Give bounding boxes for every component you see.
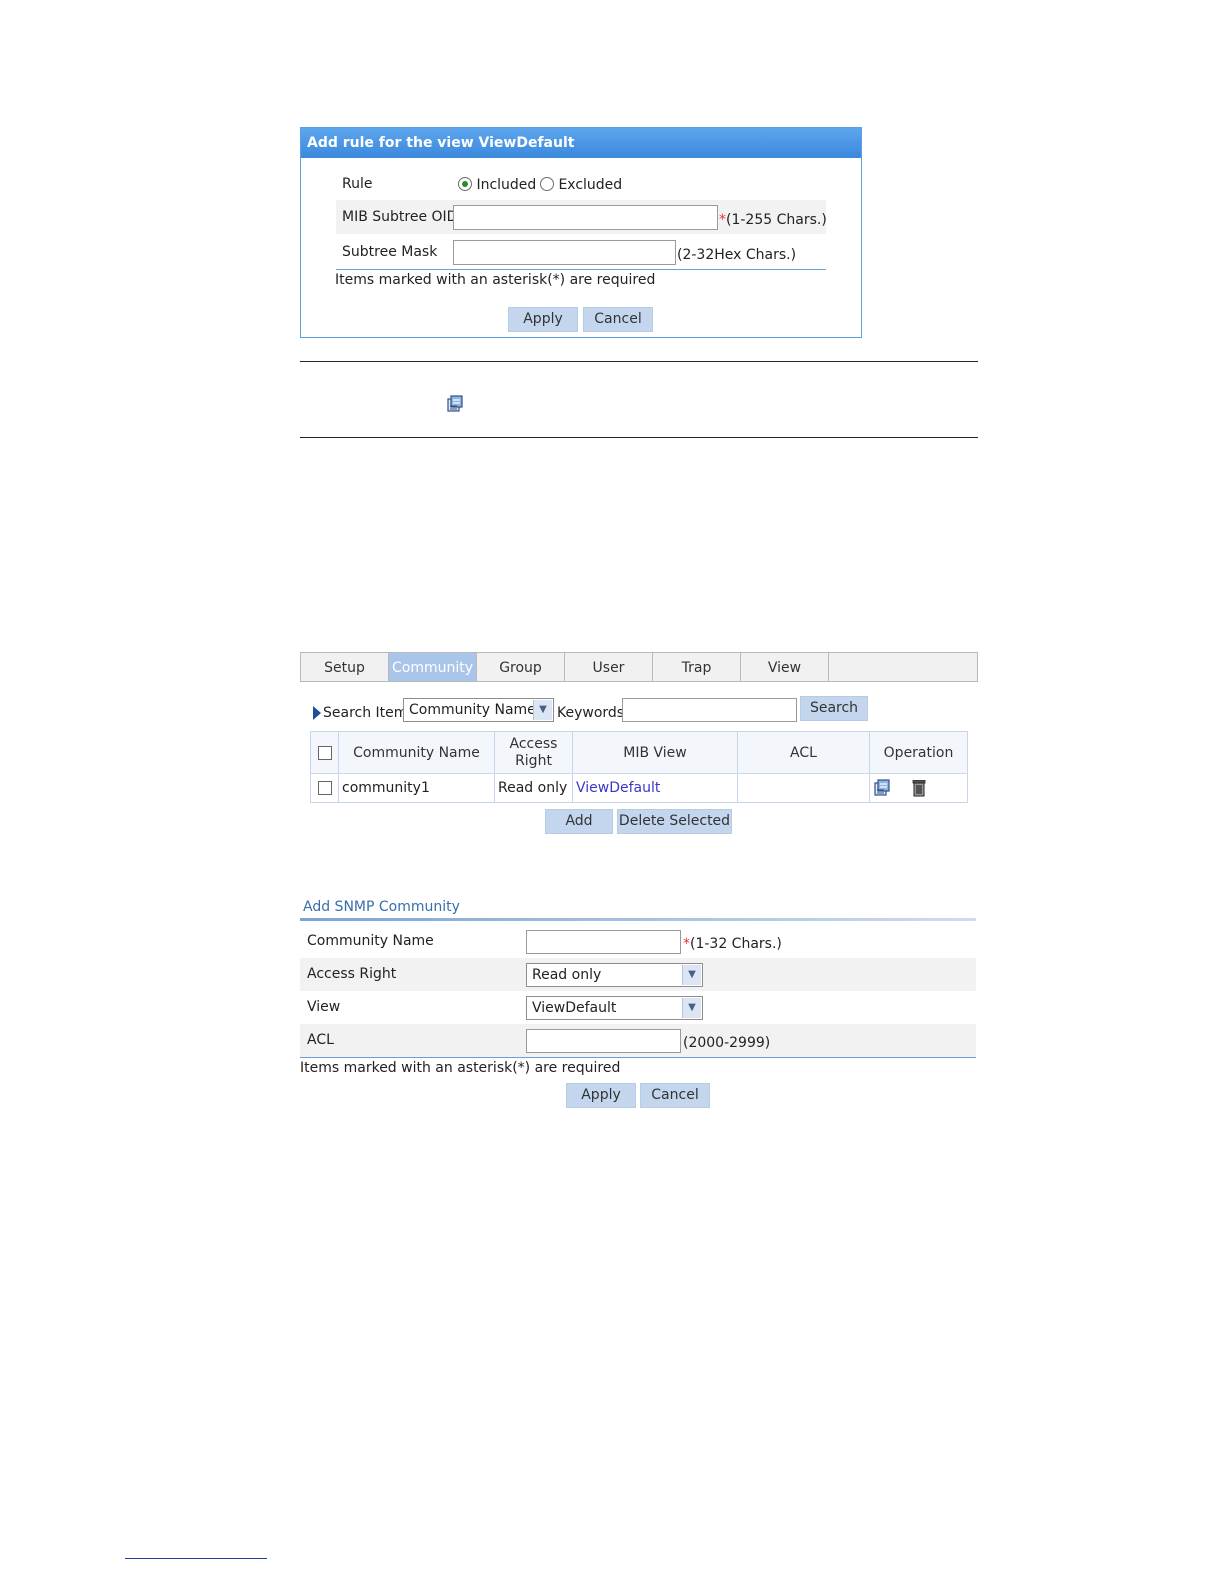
tab-view[interactable]: View (741, 653, 829, 681)
chevron-down-icon: ▼ (682, 998, 701, 1018)
triangle-right-icon (313, 706, 321, 720)
keywords-input[interactable] (622, 698, 797, 722)
community-form-divider (300, 1057, 976, 1058)
select-all-checkbox[interactable] (317, 745, 332, 760)
rule-excluded-option[interactable]: Excluded (540, 177, 622, 193)
community-name-label: Community Name (307, 933, 434, 949)
rule-included-option[interactable]: Included (458, 177, 536, 193)
access-right-label: Access Right (307, 966, 397, 982)
community-name-input[interactable] (526, 930, 681, 954)
included-radio[interactable] (458, 177, 472, 191)
note-bottom-rule (300, 437, 978, 438)
row-access-right: Read only (494, 773, 573, 803)
row-community-name: community1 (338, 773, 495, 803)
acl-label: ACL (307, 1032, 334, 1048)
included-label: Included (476, 177, 537, 193)
table-row: community1 Read only ViewDefault (310, 773, 968, 803)
acl-input[interactable] (526, 1029, 681, 1053)
tab-user[interactable]: User (565, 653, 653, 681)
header-operation: Operation (869, 731, 968, 774)
access-right-select[interactable]: Read only ▼ (526, 963, 703, 987)
tab-trap[interactable]: Trap (653, 653, 741, 681)
tab-community[interactable]: Community (389, 653, 477, 681)
community-name-hint: *(1-32 Chars.) (683, 936, 782, 952)
view-label: View (307, 999, 341, 1015)
mask-hint: (2-32Hex Chars.) (677, 247, 797, 263)
search-button[interactable]: Search (800, 696, 868, 721)
oid-label: MIB Subtree OID (342, 209, 458, 225)
row-mib-view-link[interactable]: ViewDefault (572, 773, 738, 803)
search-item-select[interactable]: Community Name ▼ (403, 698, 554, 722)
tab-group[interactable]: Group (477, 653, 565, 681)
excluded-radio[interactable] (540, 177, 554, 191)
edit-icon (446, 395, 464, 413)
community-table: Community Name Access Right MIB View ACL … (310, 731, 968, 803)
select-all-cell (310, 731, 339, 774)
header-access-right[interactable]: Access Right (494, 731, 573, 774)
footnote-rule (125, 1558, 267, 1559)
row-checkbox[interactable] (317, 781, 332, 795)
community-apply-button[interactable]: Apply (566, 1083, 636, 1108)
chevron-down-icon: ▼ (682, 965, 701, 985)
row-acl (737, 773, 870, 803)
dialog-title: Add rule for the view ViewDefault (301, 128, 861, 158)
view-select[interactable]: ViewDefault ▼ (526, 996, 703, 1020)
edit-icon[interactable] (873, 779, 891, 797)
keywords-label: Keywords: (557, 705, 629, 721)
table-header-row: Community Name Access Right MIB View ACL … (310, 731, 968, 774)
add-button[interactable]: Add (545, 809, 613, 834)
community-required-note: Items marked with an asterisk(*) are req… (300, 1060, 621, 1076)
chevron-down-icon: ▼ (533, 700, 552, 720)
community-cancel-button[interactable]: Cancel (640, 1083, 710, 1108)
snmp-tab-bar: Setup Community Group User Trap View (300, 652, 978, 682)
tab-spacer (829, 653, 977, 681)
mask-label: Subtree Mask (342, 244, 438, 260)
rule-label: Rule (342, 176, 373, 192)
view-value: ViewDefault (532, 1000, 617, 1016)
acl-hint: (2000-2999) (683, 1035, 771, 1051)
header-acl[interactable]: ACL (737, 731, 870, 774)
rule-apply-button[interactable]: Apply (508, 307, 578, 332)
mask-input[interactable] (453, 240, 676, 265)
note-top-rule (300, 361, 978, 362)
access-right-value: Read only (532, 967, 602, 983)
row-operation (869, 773, 968, 803)
search-item-value: Community Name (409, 702, 536, 718)
trash-icon[interactable] (911, 779, 927, 797)
rule-required-note: Items marked with an asterisk(*) are req… (335, 272, 656, 288)
header-mib-view[interactable]: MIB View (572, 731, 738, 774)
delete-selected-button[interactable]: Delete Selected (617, 809, 732, 834)
oid-hint: *(1-255 Chars.) (719, 212, 827, 228)
header-community-name[interactable]: Community Name (338, 731, 495, 774)
community-form-title: Add SNMP Community (303, 899, 460, 915)
tab-setup[interactable]: Setup (301, 653, 389, 681)
rule-cancel-button[interactable]: Cancel (583, 307, 653, 332)
search-item-label: Search Item: (323, 705, 413, 721)
community-form-title-rule (300, 918, 976, 921)
excluded-label: Excluded (558, 177, 623, 193)
oid-input[interactable] (453, 205, 718, 230)
row-select-cell (310, 773, 339, 803)
rule-divider (336, 269, 826, 270)
